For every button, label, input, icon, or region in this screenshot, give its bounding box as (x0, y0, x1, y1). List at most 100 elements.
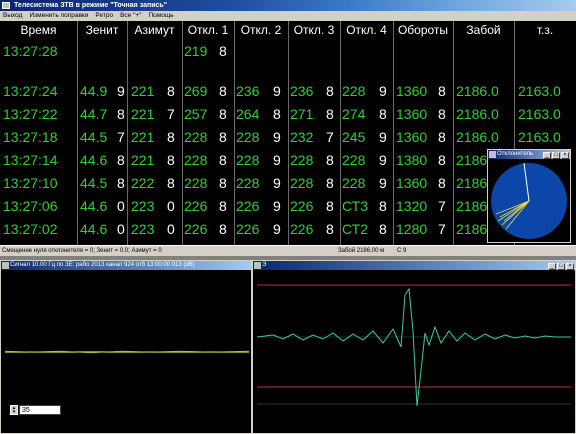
azimut-quality: 8 (167, 175, 175, 191)
close-icon[interactable]: × (561, 152, 569, 159)
column-header[interactable]: Обороты (393, 21, 453, 41)
column-header[interactable]: Забой (453, 21, 514, 41)
spectrum-window-title[interactable]: Э _ □ × (253, 261, 575, 270)
spectrum-window[interactable]: Э _ □ × (252, 260, 576, 434)
zenit-quality: 7 (117, 129, 125, 145)
column-divider (393, 21, 394, 245)
azimut-value: 221 (131, 83, 155, 99)
maximize-icon[interactable]: □ (552, 152, 560, 159)
row-time: 13:27:02 (3, 221, 58, 237)
signal-value-input[interactable]: 35 (19, 405, 61, 415)
menu-exit[interactable]: Выход (0, 11, 26, 21)
row-time: 13:27:14 (3, 152, 58, 168)
azimut-value: 221 (131, 106, 155, 122)
otkl1-value: 226 (184, 198, 208, 214)
otkl4-value: 274 (342, 106, 366, 122)
column-divider (127, 21, 128, 245)
zenit-quality: 8 (117, 106, 125, 122)
otkl3-value: 228 (290, 152, 314, 168)
azimut-quality: 8 (167, 129, 175, 145)
zenit-quality: 8 (117, 152, 125, 168)
status-offset: Смещение нуля отклонителя = 0; Зенит = 0… (2, 248, 162, 254)
oboroty-quality: 7 (438, 221, 446, 237)
column-header[interactable]: Азимут (127, 21, 182, 41)
orientation-window[interactable]: Отклонитель _ □ × (487, 149, 571, 243)
otkl1-value: 219 (184, 43, 208, 59)
signal-spinner[interactable]: ▴ ▾ (10, 405, 18, 415)
otkl3-quality: 7 (326, 129, 334, 145)
oboroty-value: 1360 (396, 175, 428, 191)
column-divider (234, 21, 235, 245)
otkl4-quality: 8 (379, 106, 387, 122)
oboroty-quality: 8 (438, 83, 446, 99)
zenit-value: 44.9 (80, 83, 108, 99)
window-icon (489, 151, 496, 158)
otkl1-value: 228 (184, 129, 208, 145)
oboroty-quality: 8 (438, 129, 446, 145)
menu-edit-corrections[interactable]: Изменить поправки (26, 11, 92, 21)
spectrum-plot (256, 284, 571, 407)
zenit-value: 44.6 (80, 198, 108, 214)
otkl2-quality: 9 (273, 221, 281, 237)
menu-help[interactable]: Помощь (145, 11, 177, 21)
otkl1-value: 257 (184, 106, 208, 122)
compass-dial (491, 162, 567, 239)
main-title: Телесистема ЗТВ в режиме "Точная запись" (14, 2, 168, 9)
column-header[interactable]: Откл. 3 (288, 21, 340, 41)
status-bar: Смещение нуля отклонителя = 0; Зенит = 0… (0, 245, 576, 256)
zenit-quality: 8 (117, 175, 125, 191)
otkl1-value: 226 (184, 221, 208, 237)
row-time: 13:27:24 (3, 83, 58, 99)
azimut-value: 222 (131, 175, 155, 191)
signal-title-text: Сигнал 10.00 Гц по ЗЕ: рабо 2013 канал 9… (10, 262, 195, 268)
zaboi-value: 2186.0 (456, 83, 499, 99)
oboroty-value: 1360 (396, 106, 428, 122)
otkl4-quality: 8 (379, 198, 387, 214)
orientation-window-title[interactable]: Отклонитель _ □ × (488, 150, 570, 159)
column-header[interactable]: Откл. 4 (340, 21, 393, 41)
azimut-quality: 0 (167, 221, 175, 237)
otkl3-quality: 8 (326, 221, 334, 237)
oboroty-quality: 8 (438, 175, 446, 191)
column-header[interactable]: Время (0, 21, 77, 41)
oboroty-quality: 8 (438, 152, 446, 168)
zenit-value: 44.7 (80, 106, 108, 122)
zenit-value: 44.6 (80, 221, 108, 237)
signal-window-title[interactable]: Сигнал 10.00 Гц по ЗЕ: рабо 2013 канал 9… (1, 261, 251, 270)
row-time: 13:27:06 (3, 198, 58, 214)
status-depth: Забой 2186.00 м (338, 248, 385, 254)
row-time: 13:27:28 (3, 43, 58, 59)
otkl3-quality: 8 (326, 83, 334, 99)
minimize-icon[interactable]: _ (543, 152, 551, 159)
minimize-icon[interactable]: _ (548, 263, 556, 270)
close-icon[interactable]: × (566, 263, 574, 270)
maximize-icon[interactable]: □ (557, 263, 565, 270)
zenit-value: 44.6 (80, 152, 108, 168)
zenit-value: 44.5 (80, 175, 108, 191)
column-header[interactable]: Зенит (77, 21, 127, 41)
otkl3-value: 226 (290, 221, 314, 237)
status-c: С 9 (397, 248, 407, 254)
tz-value: 2163.0 (518, 129, 561, 145)
window-buttons: _ □ × (547, 262, 574, 270)
zaboi-value: 2186.0 (456, 106, 499, 122)
oboroty-quality: 7 (438, 198, 446, 214)
column-divider (453, 21, 454, 245)
otkl1-value: 269 (184, 83, 208, 99)
menu-retro[interactable]: Ретро (92, 11, 117, 21)
zaboi-value: 2186.0 (456, 129, 499, 145)
column-header[interactable]: Откл. 1 (182, 21, 234, 41)
otkl2-value: 226 (236, 198, 260, 214)
app-icon[interactable] (2, 2, 10, 9)
otkl1-value: 228 (184, 152, 208, 168)
otkl2-value: 264 (236, 106, 260, 122)
azimut-quality: 8 (167, 83, 175, 99)
otkl3-value: 271 (290, 106, 314, 122)
column-header[interactable]: т.з. (514, 21, 576, 41)
oboroty-value: 1360 (396, 83, 428, 99)
otkl4-value: 228 (342, 83, 366, 99)
menu-bar: Выход Изменить поправки Ретро Все "+" Помощь (0, 11, 576, 21)
column-header[interactable]: Откл. 2 (234, 21, 288, 41)
menu-all-plus[interactable]: Все "+" (117, 11, 145, 21)
spectrum-trace (256, 287, 571, 407)
